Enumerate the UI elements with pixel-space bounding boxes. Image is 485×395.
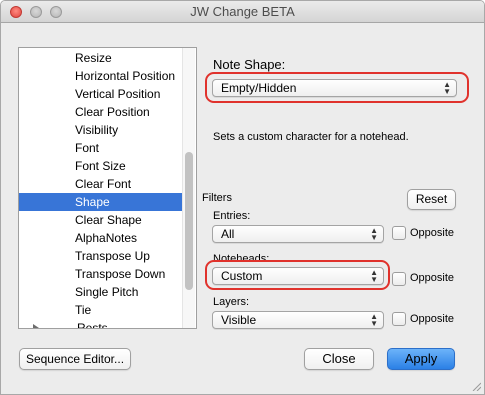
list-item-clear-position[interactable]: Clear Position xyxy=(19,103,182,121)
list-item-single-pitch[interactable]: Single Pitch xyxy=(19,283,182,301)
note-shape-value: Empty/Hidden xyxy=(221,81,297,95)
noteheads-opposite-label: Opposite xyxy=(410,272,455,284)
list-item-font-size[interactable]: Font Size xyxy=(19,157,182,175)
note-shape-heading: Note Shape: xyxy=(213,57,286,72)
list-item-alphanotes[interactable]: AlphaNotes xyxy=(19,229,182,247)
list-scrollbar[interactable] xyxy=(182,48,195,328)
resize-grip-icon[interactable] xyxy=(471,381,481,391)
list-group-label: Rests xyxy=(77,321,108,329)
layers-value: Visible xyxy=(221,313,257,327)
layers-label: Layers: xyxy=(213,296,250,308)
layers-popup[interactable]: Visible ▲ ▼ xyxy=(212,311,384,329)
list-item-resize[interactable]: Resize xyxy=(19,49,182,67)
sequence-editor-button[interactable]: Sequence Editor... xyxy=(19,348,131,370)
command-list[interactable]: Resize Horizontal Position Vertical Posi… xyxy=(18,47,197,329)
noteheads-value: Custom xyxy=(221,269,263,283)
disclosure-triangle-icon[interactable] xyxy=(33,324,39,328)
window-title: JW Change BETA xyxy=(190,4,295,19)
list-item-shape[interactable]: Shape xyxy=(19,193,182,211)
noteheads-popup[interactable]: Custom ▲ ▼ xyxy=(212,267,384,285)
note-shape-popup[interactable]: Empty/Hidden ▲ ▼ xyxy=(212,79,457,97)
popup-arrows-icon: ▲ ▼ xyxy=(370,312,378,328)
popup-arrows-icon: ▲ ▼ xyxy=(370,268,378,284)
entries-opposite-label: Opposite xyxy=(410,227,455,239)
layers-opposite-label: Opposite xyxy=(410,313,455,325)
list-item-transpose-down[interactable]: Transpose Down xyxy=(19,265,182,283)
popup-arrows-icon: ▲ ▼ xyxy=(370,226,378,242)
note-shape-description: Sets a custom character for a notehead. xyxy=(213,131,409,143)
list-item-horizontal-position[interactable]: Horizontal Position xyxy=(19,67,182,85)
filters-label: Filters xyxy=(202,192,232,204)
noteheads-opposite-checkbox[interactable] xyxy=(392,272,406,286)
list-item-tie[interactable]: Tie xyxy=(19,301,182,319)
apply-button[interactable]: Apply xyxy=(387,348,455,370)
list-group-rests[interactable]: Rests xyxy=(19,319,182,329)
reset-button[interactable]: Reset xyxy=(407,189,456,210)
list-item-clear-shape[interactable]: Clear Shape xyxy=(19,211,182,229)
list-item-vertical-position[interactable]: Vertical Position xyxy=(19,85,182,103)
entries-label: Entries: xyxy=(213,210,251,222)
list-item-transpose-up[interactable]: Transpose Up xyxy=(19,247,182,265)
list-item-clear-font[interactable]: Clear Font xyxy=(19,175,182,193)
entries-popup[interactable]: All ▲ ▼ xyxy=(212,225,384,243)
entries-value: All xyxy=(221,227,235,241)
close-button[interactable]: Close xyxy=(304,348,374,370)
list-scroll-thumb[interactable] xyxy=(185,152,193,290)
popup-arrows-icon: ▲ ▼ xyxy=(443,80,451,96)
list-item-visibility[interactable]: Visibility xyxy=(19,121,182,139)
jw-change-window: JW Change BETA Resize Horizontal Positio… xyxy=(0,0,485,395)
list-item-font[interactable]: Font xyxy=(19,139,182,157)
title-bar[interactable]: JW Change BETA xyxy=(1,1,484,23)
entries-opposite-checkbox[interactable] xyxy=(392,226,406,240)
layers-opposite-checkbox[interactable] xyxy=(392,312,406,326)
